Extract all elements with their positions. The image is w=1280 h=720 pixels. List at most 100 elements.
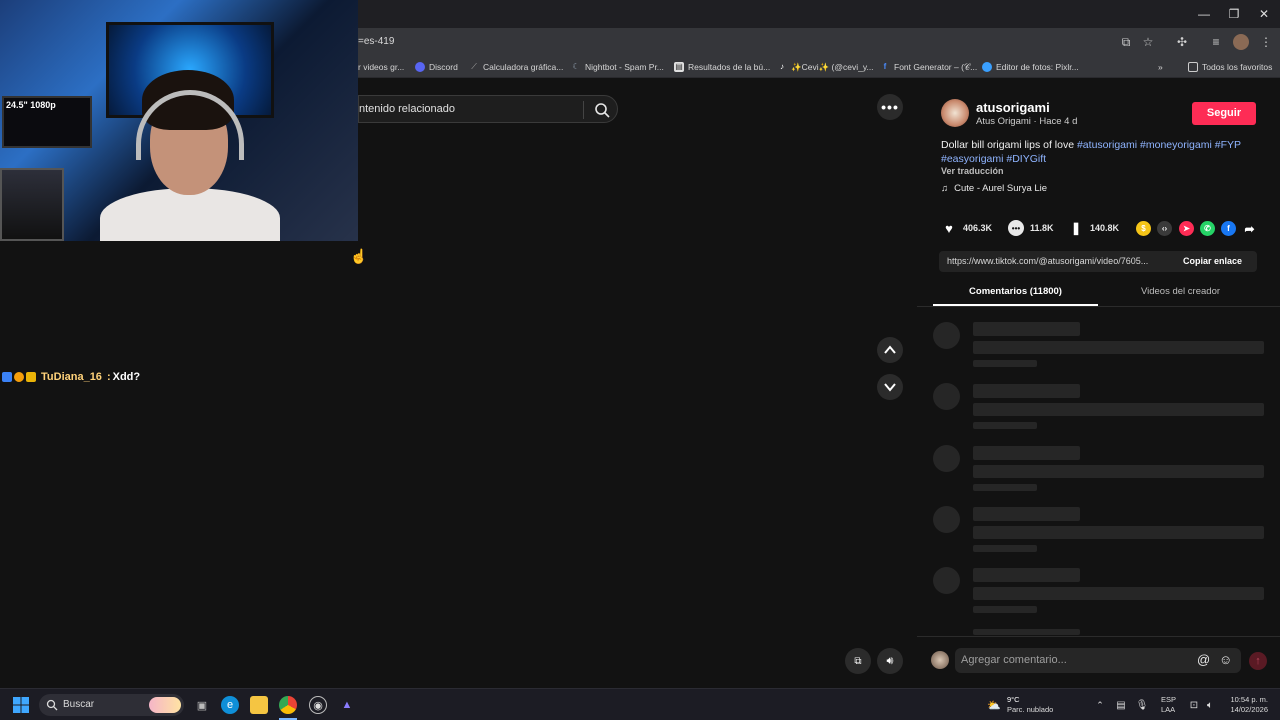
translate-link[interactable]: Ver traducción bbox=[941, 166, 1004, 176]
hashtag-link[interactable]: #moneyorigami bbox=[1140, 139, 1212, 151]
chat-text: Xdd? bbox=[112, 371, 141, 383]
comment-input[interactable]: Agregar comentario... @ ☺ bbox=[955, 648, 1241, 673]
weather-desc[interactable]: Parc. nublado bbox=[1007, 705, 1053, 714]
arrow-up-icon: ↑ bbox=[1255, 655, 1261, 667]
next-video-button[interactable] bbox=[877, 374, 903, 400]
nightbot-icon: ☾ bbox=[572, 62, 580, 71]
chat-message: TuDiana_16 : Xdd? bbox=[2, 371, 140, 383]
hashtag-link[interactable]: #atusorigami bbox=[1077, 139, 1137, 151]
music-link[interactable]: ♫ Cute - Aurel Surya Lie bbox=[941, 183, 1047, 194]
layout-code[interactable]: LAA bbox=[1161, 705, 1175, 714]
send-icon[interactable]: ➤ bbox=[1179, 221, 1194, 236]
webcam-streamer bbox=[100, 70, 280, 241]
webcam-monitor-label: 24.5" 1080p bbox=[6, 100, 56, 110]
extensions-icon[interactable]: ✣ bbox=[1174, 34, 1190, 50]
coin-icon[interactable]: $ bbox=[1136, 221, 1151, 236]
file-explorer-icon[interactable] bbox=[250, 696, 268, 714]
bookmark-item[interactable]: Discord bbox=[415, 60, 458, 74]
windows-taskbar: Buscar ▣ e ◉ ▲ ⛅ 9°C Parc. nublado ⌃ ▤ 🎙… bbox=[0, 688, 1280, 720]
skeleton-avatar bbox=[933, 506, 960, 533]
share-link-url[interactable]: https://www.tiktok.com/@atusorigami/vide… bbox=[947, 256, 1172, 266]
previous-video-button[interactable] bbox=[877, 337, 903, 363]
windows-start-icon[interactable] bbox=[13, 697, 29, 713]
copy-link-button[interactable]: Copiar enlace bbox=[1183, 256, 1242, 266]
search-input[interactable]: ntenido relacionado bbox=[359, 103, 455, 115]
bookmark-star-icon[interactable]: ☆ bbox=[1140, 34, 1156, 50]
send-comment-button[interactable]: ↑ bbox=[1249, 652, 1267, 670]
task-view-icon[interactable]: ▣ bbox=[193, 696, 211, 714]
comment-stat[interactable]: ••• 11.8K bbox=[1008, 220, 1054, 236]
search-icon[interactable] bbox=[593, 101, 611, 119]
clock-date[interactable]: 14/02/2026 bbox=[1228, 705, 1268, 714]
font-icon: f bbox=[883, 62, 887, 71]
hashtag-link[interactable]: #DIYGift bbox=[1006, 153, 1046, 165]
webcam-overlay: 24.5" 1080p bbox=[0, 0, 358, 241]
facebook-icon[interactable]: f bbox=[1221, 221, 1236, 236]
bookmark-item[interactable]: ⟋ Calculadora gráfica... bbox=[469, 60, 563, 74]
obs-icon[interactable]: ◉ bbox=[309, 696, 327, 714]
chevron-up-icon[interactable]: ⌃ bbox=[1091, 696, 1109, 714]
chrome-icon[interactable] bbox=[279, 696, 297, 714]
hand-cursor-icon: ☝ bbox=[350, 248, 368, 264]
crown-badge-icon bbox=[26, 372, 36, 382]
more-options-button[interactable]: ••• bbox=[877, 94, 903, 120]
save-stat[interactable]: ❚ 140.8K bbox=[1068, 220, 1119, 236]
hashtag-link[interactable]: #FYP bbox=[1215, 139, 1241, 151]
chat-separator: : bbox=[106, 371, 111, 383]
share-arrow-icon[interactable]: ➦ bbox=[1242, 221, 1257, 236]
skeleton-line bbox=[973, 384, 1080, 398]
taskbar-search[interactable]: Buscar bbox=[39, 694, 184, 716]
bookmark-item[interactable]: f Font Generator – (𝒞... bbox=[880, 60, 978, 74]
emoji-icon[interactable]: ☺ bbox=[1219, 652, 1232, 667]
floating-player-button[interactable]: ⧉ bbox=[845, 648, 871, 674]
webcam-pc-case bbox=[0, 168, 64, 241]
close-icon[interactable]: ✕ bbox=[1254, 5, 1274, 23]
menu-dots-icon[interactable]: ⋮ bbox=[1258, 34, 1274, 50]
desmos-icon: ⟋ bbox=[471, 62, 477, 71]
bookmark-item[interactable]: r videos gr... bbox=[358, 60, 404, 74]
tray-app-icon[interactable]: ▤ bbox=[1112, 696, 1130, 714]
install-app-icon[interactable]: ⧉ bbox=[1118, 34, 1134, 50]
bookmark-item[interactable]: ▤ Resultados de la bú... bbox=[674, 60, 770, 74]
tab-creator-videos[interactable]: Videos del creador bbox=[1098, 286, 1263, 297]
creator-avatar[interactable] bbox=[941, 99, 969, 127]
embed-code-icon[interactable]: ‹› bbox=[1157, 221, 1172, 236]
related-content-search[interactable]: ntenido relacionado bbox=[358, 95, 618, 123]
media-control-icon[interactable]: ≡ bbox=[1208, 34, 1224, 50]
music-title[interactable]: Cute - Aurel Surya Lie bbox=[954, 183, 1047, 194]
bookmark-item[interactable]: ♪ ✨Cevi✨ (@cevi_y... bbox=[777, 60, 874, 74]
hashtag-link[interactable]: #easyorigami bbox=[941, 153, 1003, 165]
tiktok-icon: ♪ bbox=[780, 62, 784, 71]
bookmark-icon[interactable]: ❚ bbox=[1068, 220, 1084, 236]
like-stat[interactable]: ♥ 406.3K bbox=[941, 220, 992, 236]
skeleton-avatar bbox=[933, 383, 960, 410]
clock-time[interactable]: 10:54 p. m. bbox=[1228, 695, 1268, 704]
volume-button[interactable]: 🔊︎ bbox=[877, 648, 903, 674]
microphone-icon[interactable]: 🎙︎ bbox=[1133, 696, 1151, 714]
bookmark-item[interactable]: Editor de fotos: Pixlr... bbox=[982, 60, 1079, 74]
bookmark-item[interactable]: ☾ Nightbot - Spam Pr... bbox=[571, 60, 664, 74]
mention-icon[interactable]: @ bbox=[1197, 652, 1210, 667]
restore-icon[interactable]: ❐ bbox=[1224, 5, 1244, 23]
speaker-icon[interactable]: 🔈︎ bbox=[1201, 696, 1219, 714]
heart-icon[interactable]: ♥ bbox=[941, 220, 957, 236]
minimize-icon[interactable]: — bbox=[1194, 5, 1214, 23]
language-code[interactable]: ESP bbox=[1161, 695, 1176, 704]
tab-comments[interactable]: Comentarios (11800) bbox=[933, 286, 1098, 297]
user-avatar bbox=[931, 651, 949, 669]
weather-icon[interactable]: ⛅ bbox=[985, 696, 1003, 714]
app-icon[interactable]: ▲ bbox=[338, 696, 356, 714]
all-bookmarks[interactable]: Todos los favoritos bbox=[1188, 60, 1272, 74]
edge-icon[interactable]: e bbox=[221, 696, 239, 714]
search-result-icon: ▤ bbox=[674, 62, 684, 72]
comment-bubble-icon[interactable]: ••• bbox=[1008, 220, 1024, 236]
more-bookmarks-chevron-icon[interactable]: » bbox=[1158, 60, 1163, 74]
profile-avatar-icon[interactable] bbox=[1233, 34, 1249, 50]
volume-icon: 🔊︎ bbox=[886, 654, 894, 667]
follow-button[interactable]: Seguir bbox=[1192, 102, 1256, 125]
weather-temp[interactable]: 9°C bbox=[1007, 695, 1020, 704]
creator-username[interactable]: atusorigami bbox=[976, 100, 1050, 115]
url-text[interactable]: =es-419 bbox=[358, 36, 394, 47]
skeleton-line bbox=[973, 322, 1080, 336]
whatsapp-icon[interactable]: ✆ bbox=[1200, 221, 1215, 236]
